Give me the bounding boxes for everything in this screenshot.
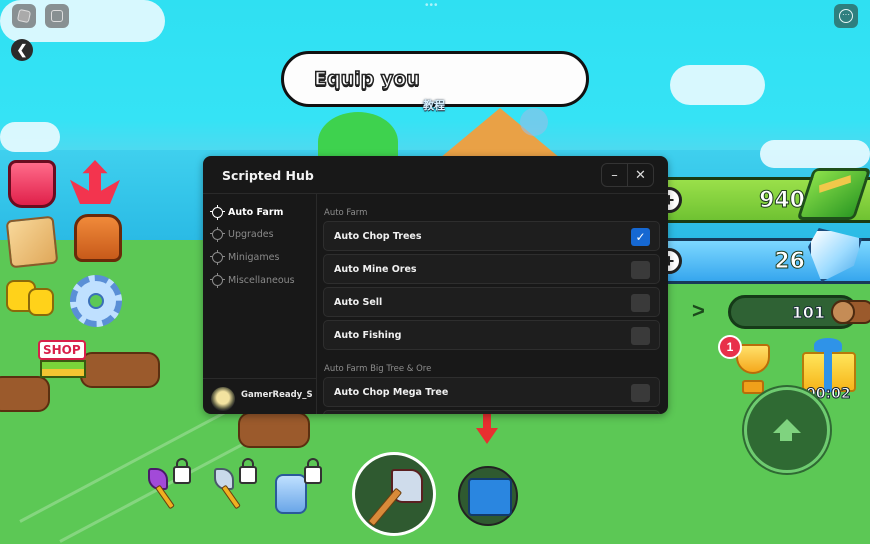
blueprint-icon (468, 478, 512, 516)
wood-value: 101 (791, 302, 825, 322)
shop-label: SHOP (38, 340, 86, 360)
log-scenery (238, 412, 310, 448)
checkbox[interactable] (631, 294, 650, 312)
option-label: Auto Fishing (334, 330, 402, 341)
close-button[interactable]: ✕ (627, 164, 653, 186)
minimize-icon: – (611, 167, 618, 183)
back-button[interactable]: ❮ (11, 39, 33, 61)
shop-button[interactable]: SHOP (38, 340, 88, 380)
trophy-notification-badge: 1 (718, 335, 742, 359)
cloud (670, 65, 765, 105)
sidebar-item-label: Auto Farm (228, 206, 284, 218)
hotbar-slot-blueprint[interactable] (458, 466, 518, 526)
username: GamerReady_Sc (241, 390, 313, 400)
sidebar-item-miscellaneous[interactable]: Miscellaneous (210, 272, 295, 288)
sidebar-item-label: Miscellaneous (228, 274, 295, 286)
cash-value: 940 (759, 187, 806, 213)
sidebar-item-minigames[interactable]: Minigames (210, 249, 280, 265)
chat-icon (51, 10, 63, 22)
avatar (211, 387, 235, 411)
arrow-up-stem (780, 431, 792, 441)
hub-header[interactable]: Scripted Hub – ✕ (203, 156, 668, 194)
crosshair-icon (210, 226, 225, 242)
sidebar-item-upgrades[interactable]: Upgrades (210, 226, 274, 242)
lock-icon (239, 458, 257, 484)
checkbox[interactable] (631, 327, 650, 345)
cloud (760, 140, 870, 168)
hotbar-slot-equipped-axe[interactable] (352, 452, 436, 536)
checkbox[interactable] (631, 384, 650, 402)
close-icon: ✕ (635, 167, 646, 183)
option-label: Auto Sell (334, 297, 383, 308)
window-controls: – ✕ (601, 163, 654, 187)
crosshair-icon (210, 249, 225, 265)
chat-button[interactable] (45, 4, 69, 28)
section-label: Auto Farm Big Tree & Ore (324, 364, 432, 374)
log-scenery (80, 352, 160, 388)
friends-button[interactable] (6, 280, 58, 324)
lock-icon (304, 458, 322, 484)
tutorial-tag: 教程 (423, 100, 445, 112)
toggle-auto-mine-ores[interactable]: Auto Mine Ores (323, 254, 660, 284)
toggle-auto-chop-trees[interactable]: Auto Chop Trees ✓ (323, 221, 660, 251)
sidebar-item-label: Upgrades (228, 228, 274, 240)
trophy-base (742, 380, 764, 394)
hub-sidebar: Auto Farm Upgrades Minigames Miscellaneo… (203, 194, 317, 414)
crosshair-icon (210, 204, 225, 220)
toggle-auto-chop-mega-tree[interactable]: Auto Chop Mega Tree (323, 377, 660, 407)
gear-icon (88, 293, 104, 309)
hub-title: Scripted Hub (222, 168, 314, 183)
scripted-hub-window: Scripted Hub – ✕ Auto Farm Upgrades Mini… (203, 156, 668, 414)
toggle-auto-fishing[interactable]: Auto Fishing (323, 320, 660, 350)
lock-icon (173, 458, 191, 484)
toggle-next-option[interactable] (323, 410, 660, 414)
check-icon: ✓ (635, 230, 646, 244)
tutorial-text: Equip you (313, 67, 420, 91)
shop-stand-icon (40, 360, 86, 378)
crosshair-icon (210, 272, 225, 288)
user-profile: GamerReady_Sc (203, 378, 317, 414)
axe-handle (367, 487, 403, 527)
roblox-menu-button[interactable] (12, 4, 36, 28)
checkbox[interactable] (631, 261, 650, 279)
gift-bow (814, 338, 842, 352)
toggle-auto-sell[interactable]: Auto Sell (323, 287, 660, 317)
hotbar-slot-robot[interactable] (275, 474, 307, 514)
gems-value: 26 (774, 248, 806, 274)
expand-resources-button[interactable]: > (692, 298, 705, 324)
cloud (0, 122, 60, 152)
tutorial-pointer-arrow (476, 414, 498, 448)
jump-button[interactable] (744, 387, 830, 473)
sidebar-item-auto-farm[interactable]: Auto Farm (210, 204, 284, 220)
store-basket-button[interactable] (8, 160, 56, 208)
checkbox-checked[interactable]: ✓ (631, 228, 650, 246)
floating-orb (520, 108, 548, 136)
more-options-icon: ··· (839, 9, 853, 23)
option-label: Auto Chop Trees (334, 231, 422, 242)
roblox-logo-icon (16, 8, 32, 24)
gift-button[interactable] (800, 338, 856, 392)
back-icon: ❮ (16, 42, 28, 57)
settings-gear-button[interactable] (70, 275, 122, 327)
log-scenery (0, 376, 50, 412)
sidebar-item-label: Minigames (228, 251, 280, 263)
option-label: Auto Mine Ores (334, 264, 417, 275)
section-label: Auto Farm (324, 208, 368, 218)
option-label: Auto Chop Mega Tree (334, 387, 449, 398)
hub-content: Auto Farm Auto Chop Trees ✓ Auto Mine Or… (318, 194, 668, 414)
backpack-button[interactable] (74, 214, 122, 262)
wood-log-icon (831, 300, 870, 324)
more-options-button[interactable]: ··· (834, 4, 858, 28)
minimize-button[interactable]: – (602, 164, 627, 186)
friend-face-icon (28, 288, 54, 316)
drag-handle[interactable]: ••• (425, 0, 439, 11)
quest-map-button[interactable] (5, 215, 59, 269)
